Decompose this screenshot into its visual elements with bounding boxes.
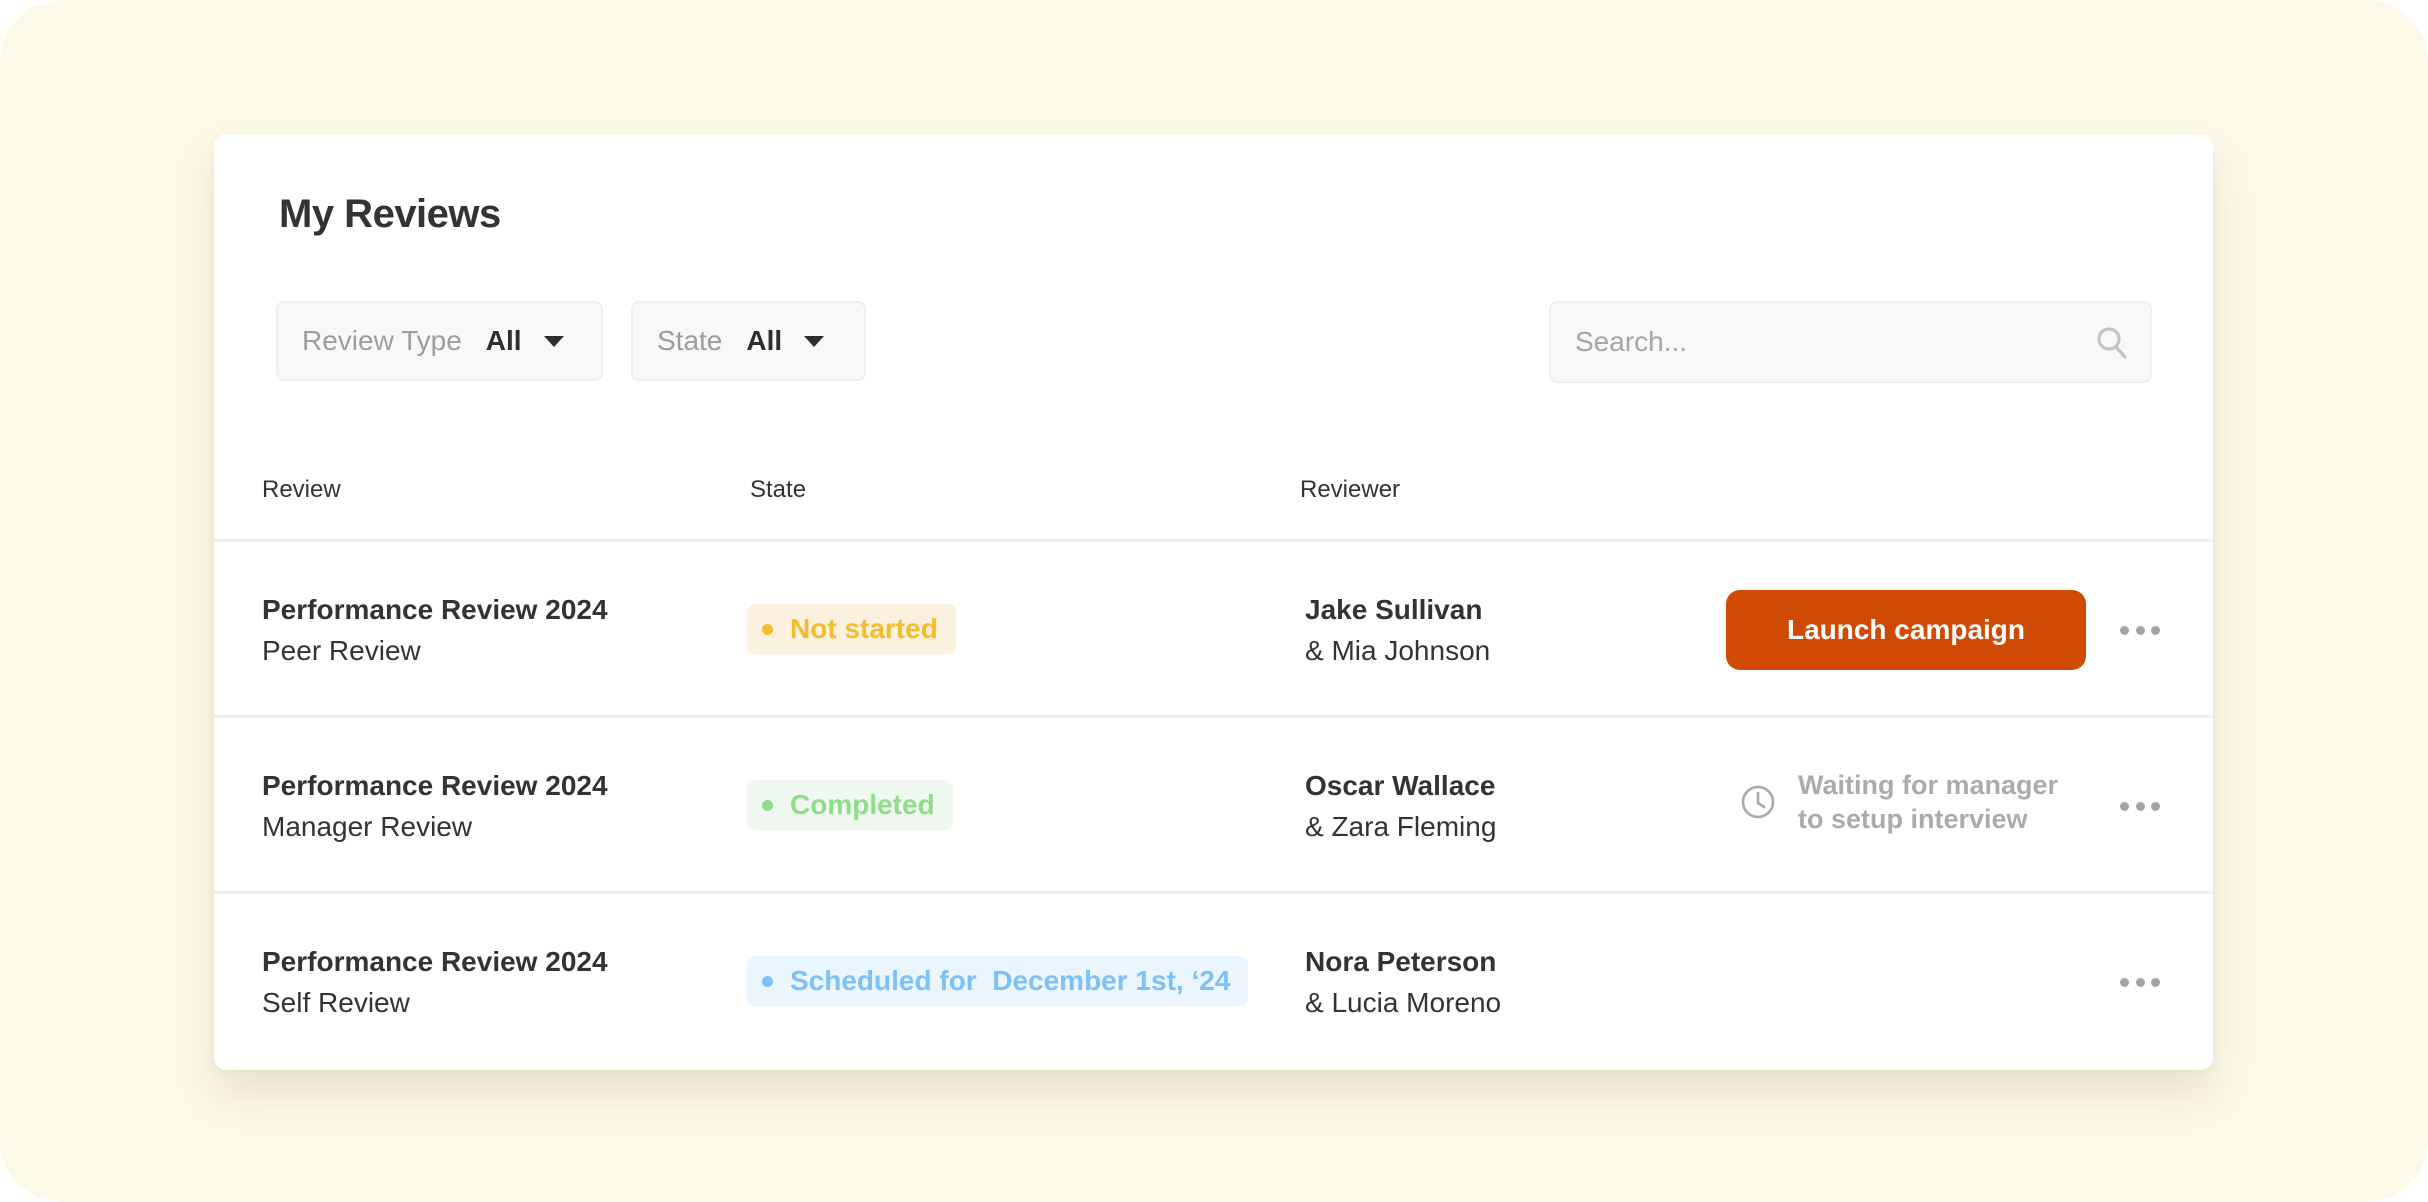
review-type: Manager Review	[262, 811, 473, 842]
review-type: Self Review	[262, 987, 410, 1018]
reviewer-name: Jake Sullivan	[1305, 594, 1483, 625]
table-row[interactable]: Performance Review 2024 Manager Review C…	[214, 718, 2213, 894]
review-title: Performance Review 2024	[262, 770, 608, 801]
review-cell: Performance Review 2024 Self Review	[262, 942, 608, 1024]
status-dot-icon	[762, 975, 773, 987]
caret-down-icon	[804, 335, 825, 347]
reviewer-cell: Nora Peterson & Lucia Moreno	[1305, 942, 1501, 1024]
status-text: Scheduled for December 1st, ‘24	[790, 965, 1231, 996]
page-title: My Reviews	[279, 192, 501, 236]
state-filter-value: All	[746, 325, 783, 356]
search-box	[1549, 301, 2152, 383]
reviews-card: My Reviews Review Type All State All Rev…	[214, 134, 2213, 1070]
caret-down-icon	[543, 335, 564, 347]
status-badge: Scheduled for December 1st, ‘24	[747, 956, 1249, 1006]
status-badge: Not started	[747, 604, 956, 654]
review-title: Performance Review 2024	[262, 946, 608, 977]
reviewer-name: Nora Peterson	[1305, 946, 1497, 977]
reviewer-cell: Oscar Wallace & Zara Fleming	[1305, 766, 1496, 848]
clock-icon	[1741, 785, 1775, 819]
table-row[interactable]: Performance Review 2024 Self Review Sche…	[214, 894, 2213, 1070]
more-options-icon[interactable]	[2120, 974, 2160, 990]
state-filter[interactable]: State All	[631, 301, 866, 381]
status-badge: Completed	[747, 780, 953, 830]
status-dot-icon	[762, 623, 773, 635]
state-filter-label: State	[657, 325, 723, 356]
column-header-reviewer: Reviewer	[1300, 476, 1401, 503]
table-row[interactable]: Performance Review 2024 Peer Review Not …	[214, 542, 2213, 718]
reviewer-cell: Jake Sullivan & Mia Johnson	[1305, 590, 1490, 672]
table-header: Review State Reviewer	[214, 464, 2213, 542]
waiting-status: Waiting for manager to setup interview	[1740, 768, 2088, 836]
launch-campaign-button[interactable]: Launch campaign	[1726, 590, 2086, 670]
search-icon[interactable]	[2094, 324, 2130, 360]
review-cell: Performance Review 2024 Manager Review	[262, 766, 608, 848]
more-options-icon[interactable]	[2120, 798, 2160, 814]
review-cell: Performance Review 2024 Peer Review	[262, 590, 608, 672]
column-header-review: Review	[262, 476, 341, 503]
column-header-state: State	[750, 476, 807, 503]
review-title: Performance Review 2024	[262, 594, 608, 625]
waiting-status-text: Waiting for manager to setup interview	[1798, 770, 2059, 834]
more-options-icon[interactable]	[2120, 622, 2160, 638]
review-type-filter-value: All	[485, 325, 522, 356]
reviewer-name: Oscar Wallace	[1305, 770, 1496, 801]
search-input[interactable]	[1575, 303, 2075, 381]
status-text: Completed	[790, 789, 935, 820]
review-type-filter[interactable]: Review Type All	[276, 301, 603, 381]
review-type: Peer Review	[262, 635, 421, 666]
status-text: Not started	[790, 613, 938, 644]
co-reviewer-name: & Lucia Moreno	[1305, 987, 1502, 1018]
status-dot-icon	[762, 799, 773, 811]
review-type-filter-label: Review Type	[302, 325, 462, 356]
co-reviewer-name: & Zara Fleming	[1305, 811, 1497, 842]
co-reviewer-name: & Mia Johnson	[1305, 635, 1491, 666]
